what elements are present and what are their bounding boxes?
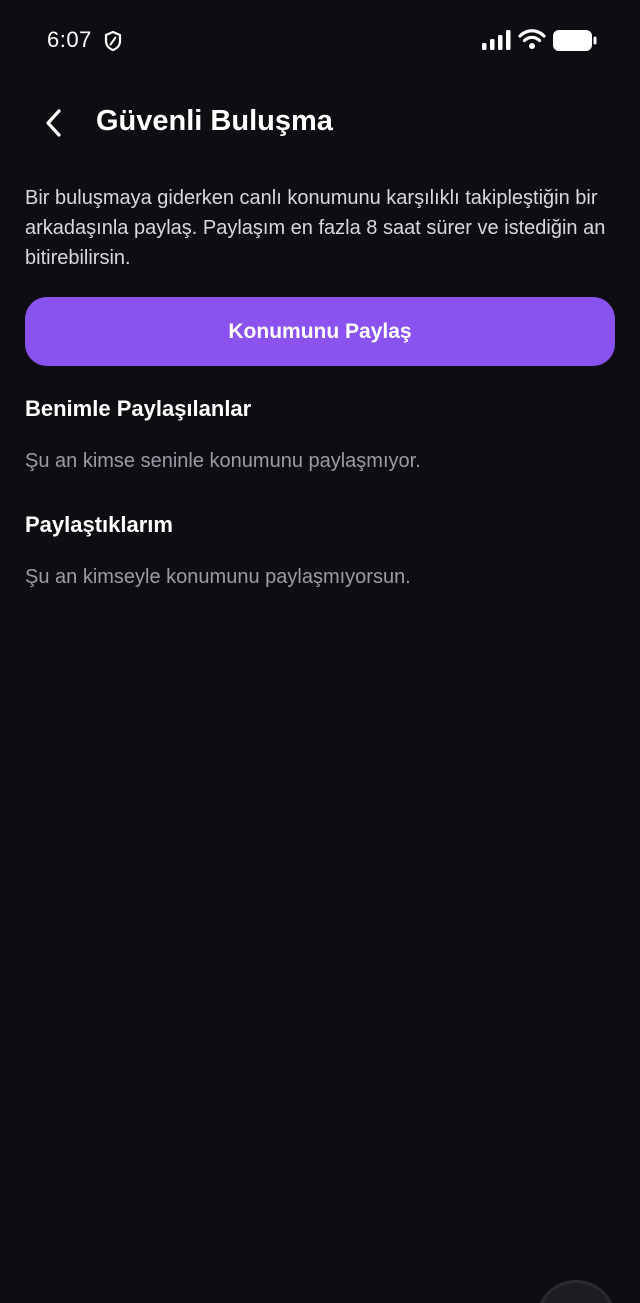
header: Güvenli Buluşma <box>0 95 640 151</box>
shield-icon <box>104 30 122 52</box>
my-shares-heading: Paylaştıklarım <box>25 512 173 537</box>
back-button[interactable] <box>30 99 78 147</box>
safe-meetup-screen: 6:07 Güvenli Buluşma Bir buluşmaya gider… <box>0 0 640 1303</box>
status-bar: 6:07 <box>0 0 640 80</box>
my-shares-empty-text: Şu an kimseyle konumunu paylaşmıyorsun. <box>25 566 411 588</box>
status-time: 6:07 <box>47 27 92 52</box>
chevron-left-icon <box>46 109 61 137</box>
shared-with-me-empty-text: Şu an kimse seninle konumunu paylaşmıyor… <box>25 450 421 472</box>
share-location-button[interactable]: Konumunu Paylaş <box>25 297 615 366</box>
page-title: Güvenli Buluşma <box>96 105 333 137</box>
signal-icon <box>482 30 511 50</box>
floating-action-button[interactable] <box>536 1280 616 1303</box>
battery-icon <box>553 30 597 51</box>
shared-with-me-heading: Benimle Paylaşılanlar <box>25 396 252 421</box>
wifi-icon <box>518 29 546 49</box>
description-text: Bir buluşmaya giderken canlı konumunu ka… <box>25 187 606 269</box>
